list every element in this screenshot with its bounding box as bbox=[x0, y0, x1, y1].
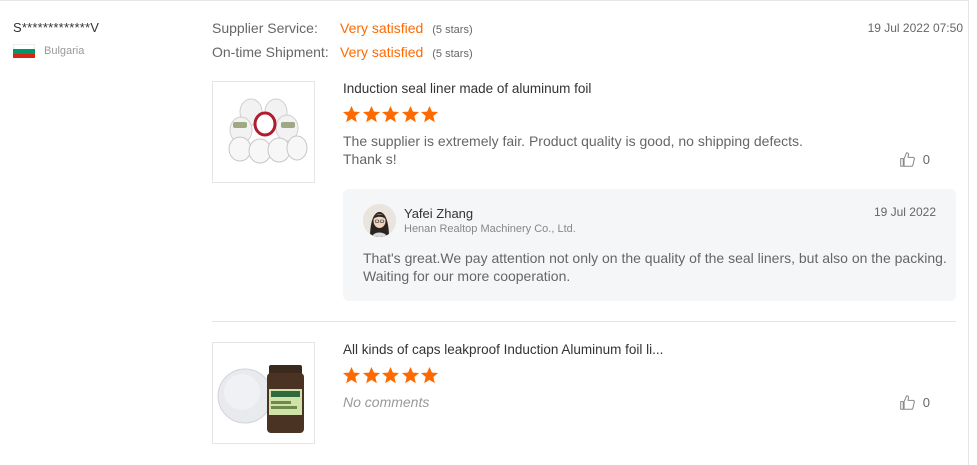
buyer-info: S*************V Bulgaria bbox=[13, 20, 99, 58]
rating-value: Very satisfied bbox=[340, 20, 424, 36]
product-image[interactable] bbox=[212, 342, 315, 444]
product-image[interactable] bbox=[212, 81, 315, 183]
star-icon bbox=[342, 366, 361, 384]
review-comment: No comments bbox=[343, 394, 430, 410]
product-star-rating bbox=[342, 366, 440, 385]
reply-company: Henan Realtop Machinery Co., Ltd. bbox=[404, 223, 576, 235]
rating-row-service: Supplier Service: Very satisfied (5 star… bbox=[212, 20, 473, 44]
star-icon bbox=[381, 366, 400, 384]
rating-stars-text: (5 stars) bbox=[432, 24, 473, 36]
buyer-name: S*************V bbox=[13, 20, 100, 35]
like-button[interactable]: 0 bbox=[899, 394, 930, 411]
like-count: 0 bbox=[922, 395, 930, 410]
bulgaria-flag-icon bbox=[13, 44, 35, 58]
product-title[interactable]: Induction seal liner made of aluminum fo… bbox=[343, 81, 591, 96]
star-icon bbox=[362, 105, 380, 123]
like-button[interactable]: 0 bbox=[899, 151, 930, 168]
thumbs-up-icon bbox=[899, 152, 915, 167]
rating-row-shipment: On-time Shipment: Very satisfied (5 star… bbox=[212, 44, 473, 68]
star-icon bbox=[381, 105, 400, 123]
product-title[interactable]: All kinds of caps leakproof Induction Al… bbox=[343, 342, 663, 357]
thumbs-up-icon bbox=[899, 395, 915, 410]
like-count: 0 bbox=[922, 152, 930, 167]
star-icon bbox=[420, 105, 439, 123]
divider bbox=[212, 321, 956, 322]
avatar bbox=[363, 204, 396, 237]
rating-stars-text: (5 stars) bbox=[432, 48, 473, 60]
star-icon bbox=[362, 366, 380, 384]
supplier-ratings: Supplier Service: Very satisfied (5 star… bbox=[212, 20, 473, 68]
rating-label: Supplier Service: bbox=[212, 20, 318, 36]
star-icon bbox=[342, 105, 361, 123]
reply-date: 19 Jul 2022 bbox=[873, 205, 936, 219]
country-name: Bulgaria bbox=[44, 45, 85, 57]
star-icon bbox=[401, 105, 419, 123]
supplier-reply: Yafei Zhang Henan Realtop Machinery Co.,… bbox=[343, 189, 956, 301]
product-star-rating bbox=[342, 105, 440, 124]
rating-value: Very satisfied bbox=[340, 44, 424, 60]
review-date: 19 Jul 2022 07:50 bbox=[867, 21, 963, 35]
buyer-country: Bulgaria bbox=[13, 44, 99, 58]
review-comment: The supplier is extremely fair. Product … bbox=[343, 133, 803, 167]
reply-author: Yafei Zhang bbox=[404, 206, 474, 221]
star-icon bbox=[401, 366, 419, 384]
reply-text: That's great.We pay attention not only o… bbox=[363, 250, 947, 284]
rating-label: On-time Shipment: bbox=[212, 44, 329, 60]
star-icon bbox=[420, 366, 439, 384]
